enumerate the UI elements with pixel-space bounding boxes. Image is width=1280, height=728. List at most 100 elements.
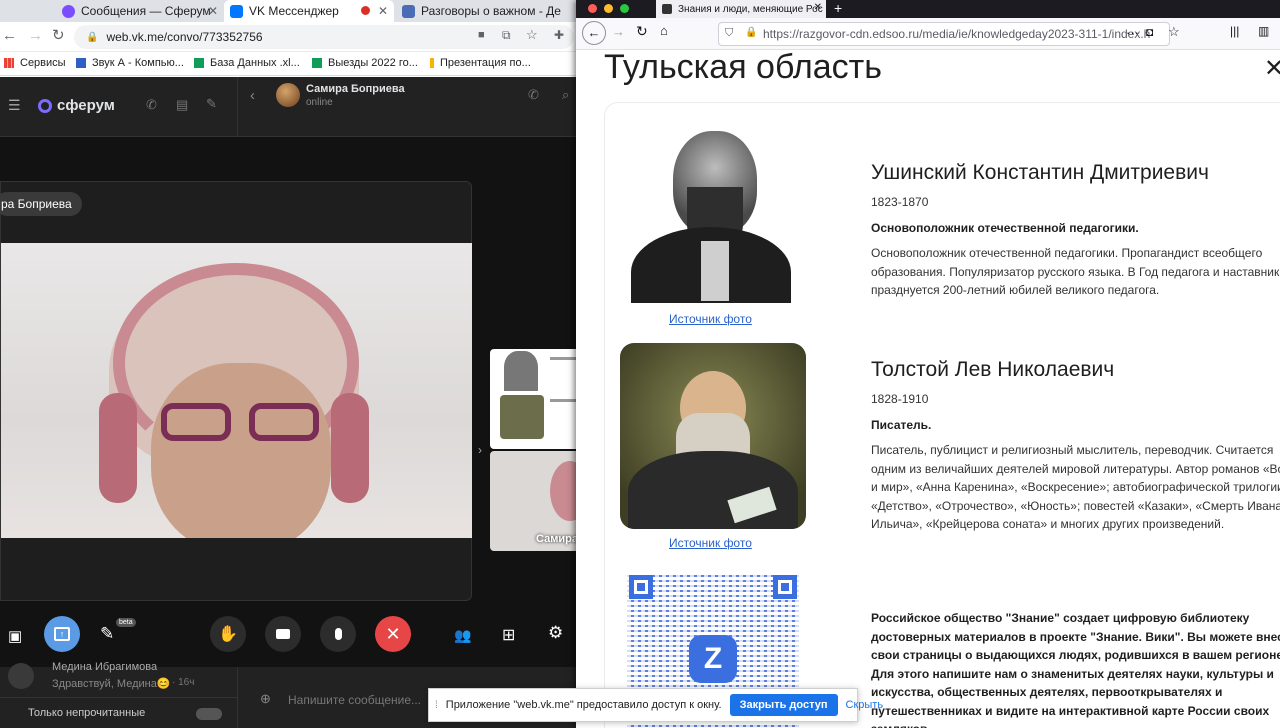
chrome-window: Сообщения — Сферум ✕ VK Мессенджер ✕ Раз… [0, 0, 580, 728]
camera-button[interactable] [265, 616, 301, 652]
bookmark-star-icon[interactable]: ☆ [526, 27, 538, 43]
add-attachment-icon[interactable]: ⊕ [260, 691, 271, 707]
sferum-logo[interactable]: сферум [38, 97, 115, 114]
chat-name: Медина Ибрагимова [52, 661, 158, 673]
phone-icon[interactable]: ✆ [528, 87, 539, 103]
lock-icon: 🔒 [86, 31, 99, 43]
participants-icon[interactable]: 👥 [454, 627, 471, 644]
maximize-window-icon[interactable] [620, 4, 629, 13]
firefox-tab-znaniya[interactable]: Знания и люди, меняющие Рос ✕ [656, 0, 826, 18]
bookmark-database[interactable]: База Данных .xl... [194, 57, 300, 69]
chevron-right-icon[interactable]: › [478, 443, 482, 457]
bookmark-presentation[interactable]: Презентация по... [430, 57, 531, 69]
forward-icon[interactable]: → [612, 24, 625, 39]
compose-icon[interactable]: ✎ [206, 96, 217, 112]
bookmark-vyezdy[interactable]: Выезды 2022 го... [312, 57, 418, 69]
photo-source-link[interactable]: Источник фото [669, 536, 752, 550]
pencil-icon: ✎ [100, 624, 115, 643]
chrome-tab-vk-messenger[interactable]: VK Мессенджер ✕ [224, 0, 394, 22]
close-tab-icon[interactable]: ✕ [208, 4, 218, 18]
grid-view-icon[interactable]: ⊞ [502, 625, 515, 645]
close-tab-icon[interactable]: ✕ [814, 2, 822, 13]
header-divider [237, 77, 238, 137]
raise-hand-button[interactable]: ✋ [210, 616, 246, 652]
hide-button[interactable]: Скрыть [846, 699, 884, 711]
end-call-button[interactable]: ✕ [375, 616, 411, 652]
address-url: web.vk.me/convo/773352756 [106, 30, 263, 44]
forward-icon[interactable]: → [28, 27, 43, 44]
stop-sharing-button[interactable]: Закрыть доступ [729, 694, 838, 716]
close-icon[interactable]: ✕ [1264, 54, 1280, 83]
settings-gear-icon[interactable]: ⚙ [548, 623, 563, 643]
sidebar-icon[interactable]: ▥ [1258, 24, 1269, 38]
message-input[interactable]: Напишите сообщение... [288, 693, 421, 707]
person-portrait-tolstoy [620, 343, 806, 529]
qr-finder [773, 575, 797, 599]
firefox-tab-strip: Знания и люди, меняющие Рос ✕ + [576, 0, 1280, 18]
microphone-icon [334, 628, 342, 640]
new-tab-icon[interactable]: + [834, 0, 842, 16]
home-icon[interactable]: ⌂ [660, 23, 668, 38]
close-tab-icon[interactable]: ✕ [378, 4, 388, 18]
unread-only-toggle-row[interactable]: Только непрочитанные [0, 697, 237, 728]
chat-list-item[interactable]: Медина Ибрагимова Здравствуй, Медина😊 · … [0, 661, 237, 697]
reload-icon[interactable]: ↻ [636, 23, 648, 40]
microphone-button[interactable] [320, 616, 356, 652]
region-title: Тульская область [604, 48, 882, 86]
chrome-tab-strip: Сообщения — Сферум ✕ VK Мессенджер ✕ Раз… [0, 0, 580, 22]
chrome-tab-sferum[interactable]: Сообщения — Сферум ✕ [56, 0, 224, 22]
contact-name[interactable]: Самира Боприева [306, 83, 405, 95]
bookmark-star-icon[interactable]: ☆ [1168, 24, 1180, 40]
sheets-icon [312, 58, 322, 68]
chevron-left-icon[interactable]: ‹ [250, 87, 255, 104]
contact-avatar[interactable] [276, 83, 300, 107]
headphone-right-ear [331, 393, 369, 503]
close-icon: ✕ [385, 623, 401, 644]
chrome-toolbar: ← → ↻ 🔒 web.vk.me/convo/773352756 ■ ⧉ ☆ … [0, 22, 580, 52]
bookmark-favicon-icon [76, 58, 86, 68]
bookmarks-bar: Сервисы Звук А - Компью... База Данных .… [0, 52, 580, 76]
back-icon[interactable]: ← [2, 27, 17, 44]
participant-thumbnail[interactable]: Самира [490, 451, 580, 551]
firefox-toolbar: ← → ↻ ⌂ ⛉ 🔒 https://razgovor-cdn.edsoo.r… [576, 18, 1280, 50]
main-video-feed [1, 243, 472, 538]
person-years: 1828-1910 [871, 392, 929, 406]
camera-icon[interactable]: ■ [478, 29, 485, 41]
share-screen-icon: ↑ [54, 627, 70, 641]
thumbnail-name: Самира [536, 533, 578, 545]
reload-icon[interactable]: ↻ [52, 26, 65, 44]
contacts-book-icon[interactable]: ▣ [8, 627, 22, 645]
chrome-tab-razgovory[interactable]: Разговоры о важном - Де [396, 0, 580, 22]
minimize-window-icon[interactable] [604, 4, 613, 13]
person-years: 1823-1870 [871, 195, 929, 209]
unread-only-label: Только непрочитанные [28, 707, 146, 719]
search-icon[interactable]: ⌕ [562, 87, 569, 103]
slides-icon [430, 58, 434, 68]
calls-icon[interactable]: ✆ [146, 97, 157, 113]
cast-icon[interactable]: ⧉ [502, 28, 511, 43]
screen-share-bar: ⁞ Приложение "web.vk.me" предоставило до… [428, 688, 883, 722]
photo-source-link[interactable]: Источник фото [669, 312, 752, 326]
shield-icon: ⛉ [725, 27, 734, 39]
extensions-icon[interactable]: ✚ [554, 28, 564, 42]
archive-icon[interactable]: ▤ [176, 97, 188, 113]
glasses [161, 403, 321, 443]
address-bar[interactable]: 🔒 web.vk.me/convo/773352756 ■ ⧉ ☆ ✚ [74, 25, 574, 49]
close-window-icon[interactable] [588, 4, 597, 13]
bookmark-services[interactable]: Сервисы [4, 57, 66, 69]
pocket-icon[interactable]: ◘ [1146, 25, 1153, 39]
draw-button[interactable]: ✎ beta [100, 618, 136, 644]
chat-avatar [8, 663, 34, 689]
unread-toggle-switch[interactable] [196, 708, 222, 720]
menu-icon[interactable]: ☰ [8, 97, 21, 114]
headphone-left-ear [99, 393, 137, 503]
bookmark-zvuk[interactable]: Звук А - Компью... [76, 57, 184, 69]
people-card: Источник фото Ушинский Константин Дмитри… [604, 102, 1280, 728]
shared-screen-thumbnail[interactable] [490, 349, 580, 449]
drag-handle-icon[interactable]: ⁞ [435, 700, 438, 711]
firefox-address-bar[interactable]: ⛉ 🔒 https://razgovor-cdn.edsoo.ru/media/… [718, 22, 1170, 46]
back-icon[interactable]: ← [582, 21, 606, 45]
page-actions-icon[interactable]: ··· [1126, 25, 1139, 40]
screen-share-button[interactable]: ↑ [44, 616, 80, 652]
library-icon[interactable]: ||| [1230, 24, 1239, 38]
